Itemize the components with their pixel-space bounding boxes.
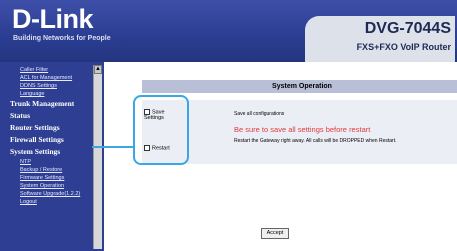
sidebar-item-status[interactable]: Status	[0, 110, 93, 122]
model-badge: DVG-7044S FXS+FXO VoIP Router	[305, 16, 455, 62]
sidebar-item-language[interactable]: Language	[0, 90, 93, 98]
scroll-up-icon[interactable]: ▲	[94, 65, 102, 74]
operation-panel: Save Settings Save all configurations Be…	[142, 100, 457, 164]
sidebar-nav: Caller Filter ACL for Management DDNS Sett…	[0, 62, 104, 251]
sidebar-item-ddns-settings[interactable]: DDNS Settings	[0, 82, 93, 90]
sidebar-item-ntp[interactable]: NTP	[0, 158, 93, 166]
model-name: DVG-7044S	[364, 20, 451, 37]
logo-tagline: Building Networks for People	[13, 35, 111, 42]
sidebar-item-system-operation[interactable]: System Operation	[0, 182, 93, 190]
nav-list: Caller Filter ACL for Management DDNS Sett…	[0, 66, 93, 206]
dlink-logo: D-Link	[12, 4, 94, 34]
header-banner: D-Link Building Networks for People DVG-…	[0, 0, 457, 62]
save-settings-description: Save all configurations	[234, 111, 285, 117]
callout-highlight-box	[133, 95, 189, 165]
page-title: System Operation	[142, 80, 457, 93]
sidebar-item-software-upgrade-1-2-2[interactable]: Software Upgrade(1.2.2)	[0, 190, 93, 198]
sidebar-item-acl-for-management[interactable]: ACL for Management	[0, 74, 93, 82]
sidebar-item-firewall-settings[interactable]: Firewall Settings	[0, 134, 93, 146]
sidebar-item-firmware-settings[interactable]: Firmware Settings	[0, 174, 93, 182]
sidebar-scrollbar[interactable]: ▲	[93, 65, 102, 249]
sidebar-item-backup-restore[interactable]: Backup / Restore	[0, 166, 93, 174]
sidebar-item-logout[interactable]: Logout	[0, 198, 93, 206]
restart-description: Restart the Gateway right away. All call…	[234, 138, 397, 144]
accept-button[interactable]: Accept	[261, 228, 289, 239]
sidebar-item-trunk-management[interactable]: Trunk Management	[0, 98, 93, 110]
sidebar-item-caller-filter[interactable]: Caller Filter	[0, 66, 93, 74]
model-subtitle: FXS+FXO VoIP Router	[356, 42, 451, 52]
sidebar-item-system-settings[interactable]: System Settings	[0, 146, 93, 158]
callout-pointer-line	[92, 146, 135, 148]
restart-warning: Be sure to save all settings before rest…	[234, 125, 371, 134]
sidebar-item-router-settings[interactable]: Router Settings	[0, 122, 93, 134]
